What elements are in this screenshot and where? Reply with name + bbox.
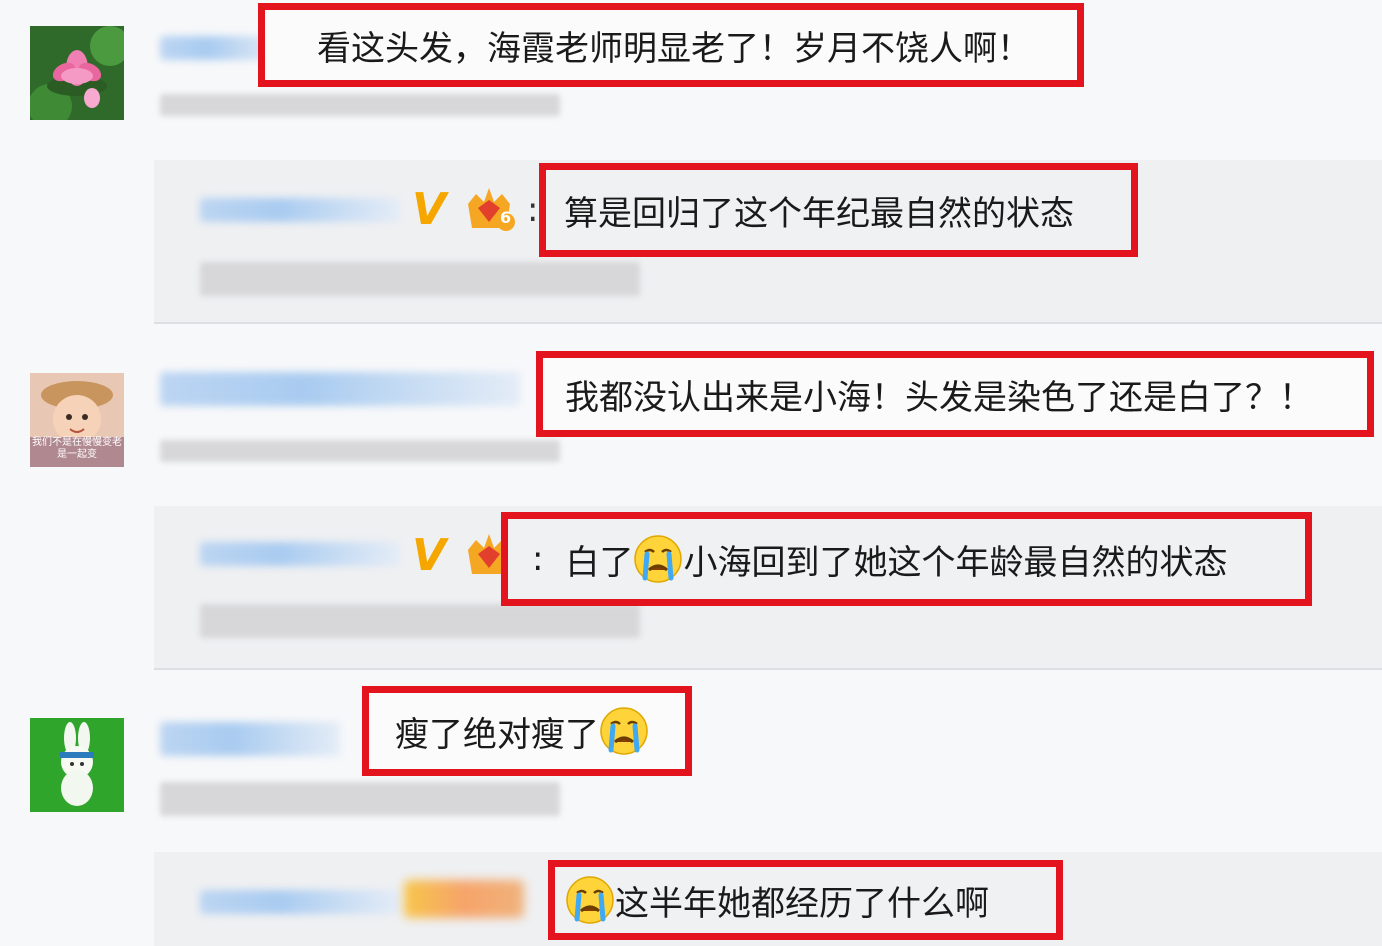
avatar-caption: 我们不是在慢慢变老是一起变	[32, 437, 122, 460]
comment-meta-blurred	[200, 262, 640, 296]
reply-text: 算是回归了这个年纪最自然的状态	[564, 193, 1074, 234]
lotus-avatar-icon	[30, 26, 124, 120]
badge-blurred	[404, 880, 524, 918]
crying-face-emoji-icon	[600, 707, 648, 755]
verified-v-icon: V	[412, 530, 447, 581]
reply-colon: :	[527, 190, 539, 230]
comment-meta-blurred	[160, 782, 560, 816]
avatar[interactable]	[30, 718, 124, 812]
comment-meta-blurred	[160, 94, 560, 116]
username-blurred[interactable]	[200, 890, 400, 914]
comment-meta-blurred	[200, 604, 640, 638]
comment-text: 看这头发，海霞老师明显老了！岁月不饶人啊！	[317, 28, 1031, 69]
username-blurred[interactable]	[160, 372, 520, 406]
level-number: 6	[500, 208, 512, 227]
crying-face-emoji-icon	[634, 535, 683, 583]
reply-text: 这半年她都经历了什么啊	[615, 883, 989, 924]
comment-text: 瘦了绝对瘦了	[395, 714, 599, 755]
comment-highlight: 我都没认出来是小海！头发是染色了还是白了？！	[536, 351, 1374, 437]
avatar[interactable]	[30, 26, 124, 120]
reply-text-part2: 小海回到了她这个年龄最自然的状态	[683, 542, 1228, 583]
username-blurred[interactable]	[200, 198, 400, 222]
reply-text-part1: 白了	[565, 542, 634, 583]
username-blurred[interactable]	[200, 542, 400, 566]
comment-meta-blurred	[160, 440, 560, 462]
comment-highlight: 这半年她都经历了什么啊	[548, 860, 1063, 940]
comment-highlight: : 白了 小海回到了她这个年龄最自然的状态	[501, 512, 1312, 606]
crying-face-emoji-icon	[566, 876, 614, 924]
comment-highlight: 算是回归了这个年纪最自然的状态	[539, 163, 1138, 257]
avatar[interactable]: 我们不是在慢慢变老是一起变	[30, 373, 124, 467]
comment-highlight: 看这头发，海霞老师明显老了！岁月不饶人啊！	[258, 3, 1084, 87]
verified-v-icon: V	[412, 184, 447, 235]
comment-highlight: 瘦了绝对瘦了	[362, 686, 692, 776]
green-rabbit-avatar-icon	[30, 718, 124, 812]
reply-colon: :	[532, 539, 544, 579]
username-blurred[interactable]	[160, 722, 340, 756]
comment-text: 我都没认出来是小海！头发是染色了还是白了？！	[565, 377, 1313, 418]
